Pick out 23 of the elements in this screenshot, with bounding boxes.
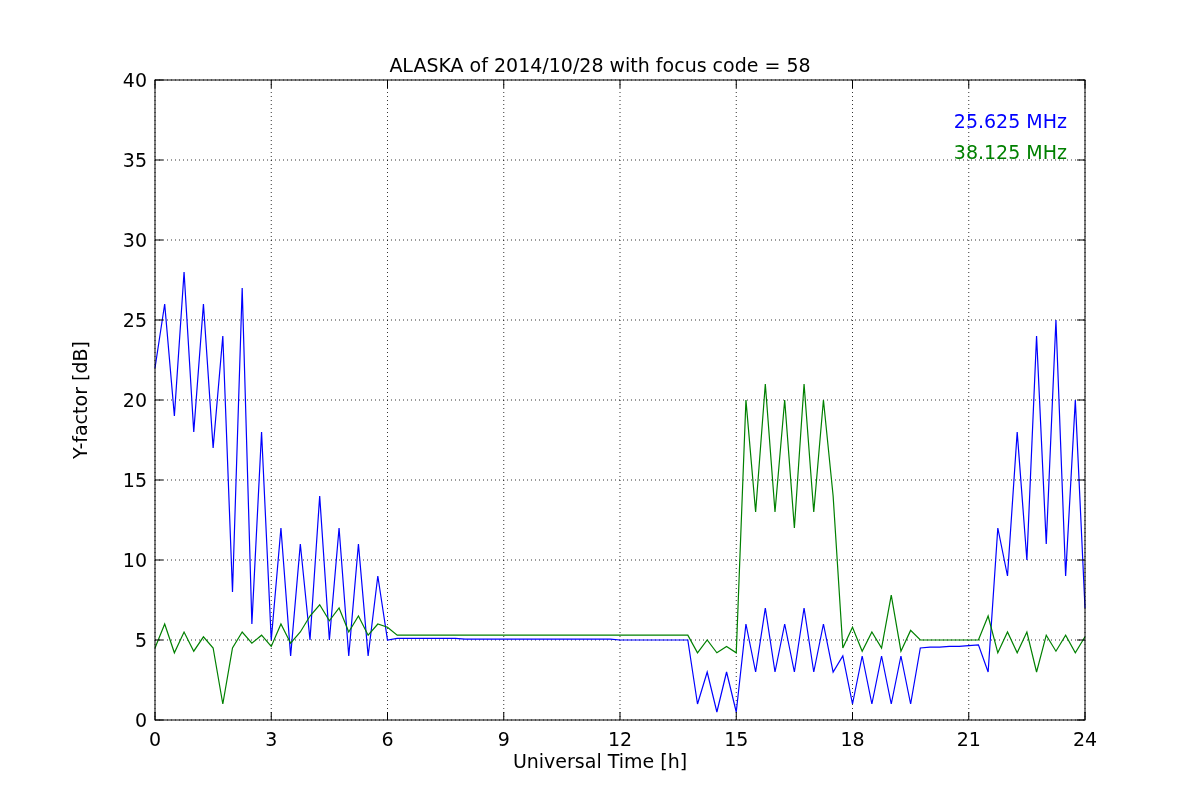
tick-label: 9: [497, 728, 510, 750]
tick-label: 6: [381, 728, 394, 750]
tick-label: 21: [956, 728, 981, 750]
legend-label: 38.125 MHz: [953, 141, 1067, 163]
tick-label: 12: [607, 728, 633, 750]
tick-label: 25: [122, 309, 147, 331]
tick-label: 40: [122, 69, 147, 91]
tick-label: 35: [122, 149, 147, 171]
chart-title: ALASKA of 2014/10/28 with focus code = 58: [389, 54, 811, 78]
tick-label: 0: [148, 728, 162, 750]
tick-label: 15: [724, 728, 749, 750]
tick-label: 3: [265, 728, 278, 750]
tick-label: 15: [122, 469, 147, 491]
tick-label: 30: [122, 229, 147, 251]
tick-label: 0: [134, 709, 147, 731]
tick-label: 18: [840, 728, 865, 750]
tick-label: 5: [134, 629, 147, 651]
tick-label: 10: [122, 549, 147, 571]
tick-label: 24: [1072, 728, 1098, 750]
legend-label: 25.625 MHz: [953, 110, 1067, 132]
y-axis-label: Y-factor [dB]: [69, 341, 91, 459]
x-axis-label: Universal Time [h]: [512, 750, 688, 772]
tick-label: 20: [122, 389, 147, 411]
